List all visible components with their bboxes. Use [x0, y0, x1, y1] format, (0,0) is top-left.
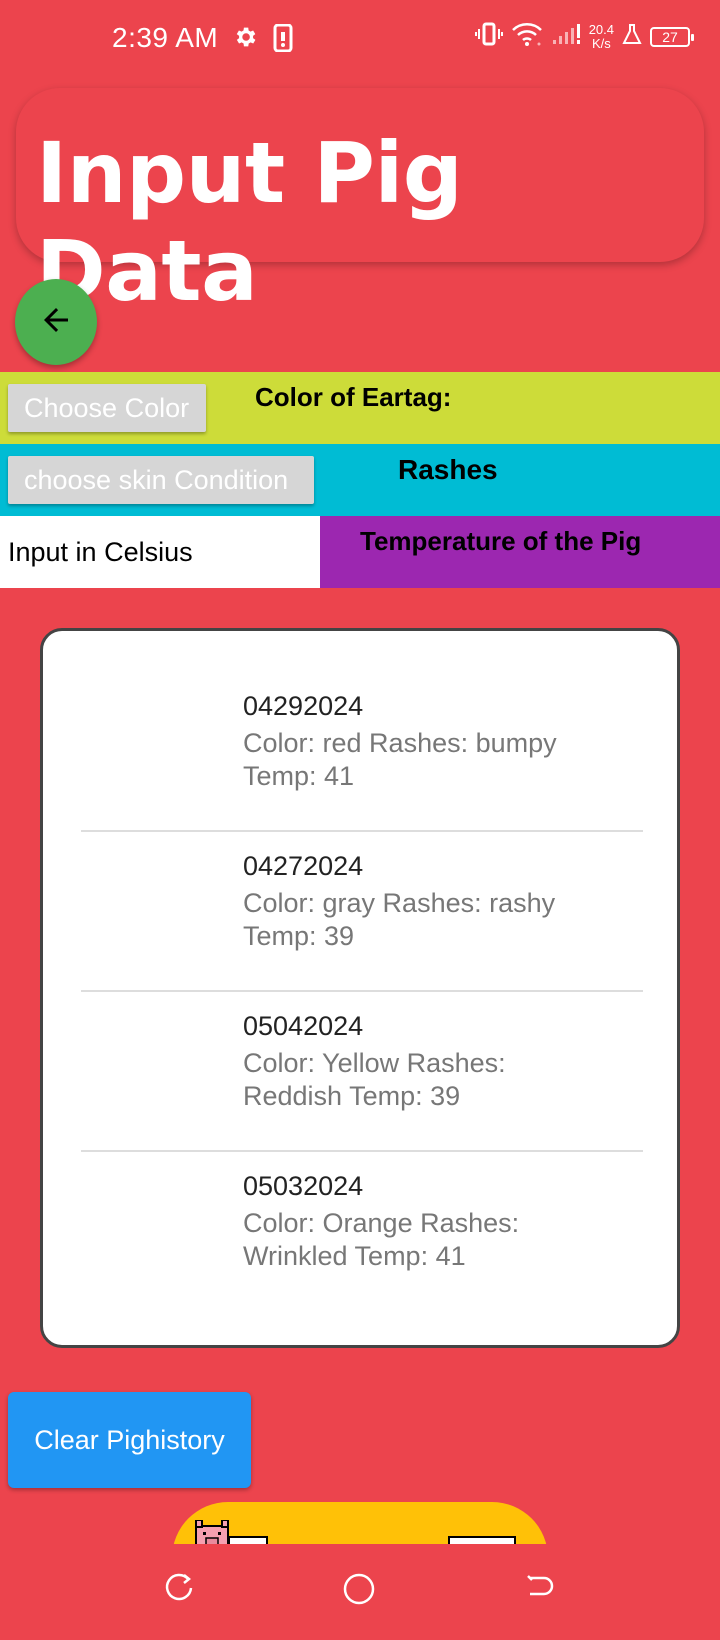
signal-icon	[551, 22, 581, 51]
title-card: Input Pig Data	[16, 88, 704, 320]
battery-icon: 27	[650, 26, 694, 47]
pig-id: 05042024	[243, 1011, 364, 1041]
nav-recent-icon[interactable]	[164, 1572, 196, 1609]
pig-detail: Color: Yellow Rashes: Reddish Temp: 39	[243, 1048, 506, 1111]
pig-detail: Color: gray Rashes: rashy Temp: 39	[243, 888, 556, 951]
nav-back-icon[interactable]	[524, 1572, 556, 1609]
pig-detail: Color: Orange Rashes: Wrinkled Temp: 41	[243, 1208, 520, 1271]
vibrate-icon	[474, 22, 503, 51]
navigation-bar	[0, 1544, 720, 1640]
phone-icon	[272, 23, 294, 57]
pig-id: 04292024	[243, 691, 364, 721]
pig-detail: Color: red Rashes: bumpy Temp: 41	[243, 728, 557, 791]
status-time: 2:39 AM	[112, 22, 219, 53]
divider	[81, 1150, 643, 1152]
temperature-row: Input in Celsius Temperature of the Pig	[0, 516, 720, 588]
net-speed: 20.4 K/s	[588, 21, 614, 51]
rashes-label: Rashes	[398, 454, 498, 485]
nav-home-icon[interactable]	[342, 1572, 376, 1611]
choose-color-button[interactable]: Choose Color	[8, 384, 206, 432]
rashes-row: choose skin Condition Rashes	[0, 444, 720, 516]
clear-history-button[interactable]: Clear Pighistory	[8, 1392, 251, 1488]
temperature-input[interactable]: Input in Celsius	[0, 516, 320, 588]
pig-id: 04272024	[243, 851, 364, 881]
choose-skin-button[interactable]: choose skin Condition	[8, 456, 314, 504]
lab-icon	[622, 23, 642, 50]
pig-history-list: 04292024 Color: red Rashes: bumpy Temp: …	[40, 628, 680, 1348]
temperature-label: Temperature of the Pig	[360, 526, 642, 556]
eartag-row: Choose Color Color of Eartag:	[0, 372, 720, 444]
pig-id: 05032024	[243, 1171, 364, 1201]
arrow-back-icon	[38, 302, 74, 343]
eartag-label: Color of Eartag:	[255, 382, 452, 412]
page-title: Input Pig Data	[36, 124, 463, 320]
app-screen: 2:39 AM 20.4 K/s 27 Input Pig Data Choos…	[0, 0, 720, 1640]
wifi-icon	[511, 22, 543, 51]
divider	[81, 830, 643, 832]
temperature-label-box: Temperature of the Pig	[320, 516, 720, 588]
divider	[81, 990, 643, 992]
back-button[interactable]	[15, 279, 97, 365]
status-bar: 2:39 AM 20.4 K/s 27	[0, 0, 720, 80]
gear-icon	[232, 24, 258, 57]
